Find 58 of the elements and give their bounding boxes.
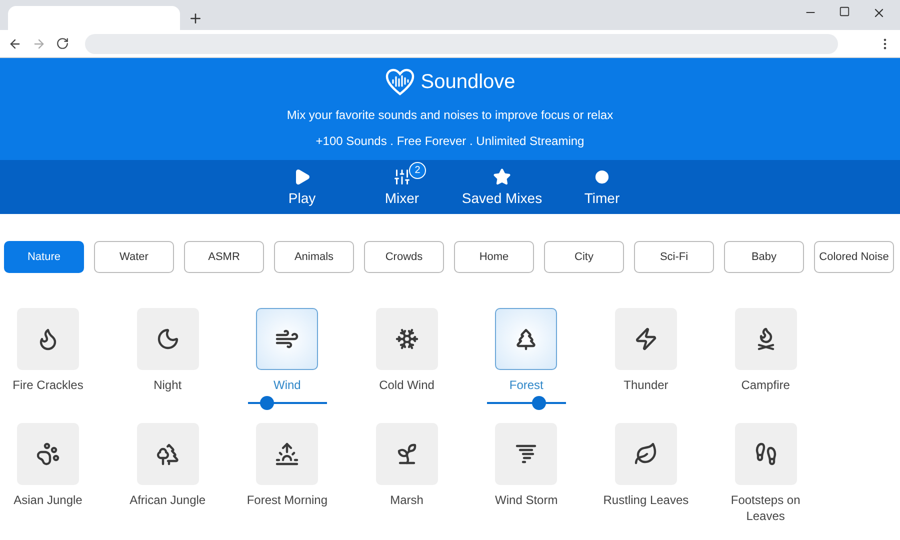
sound-label: Marsh (390, 492, 424, 508)
pine-tree-icon (514, 327, 538, 351)
snowflake-icon (394, 327, 419, 351)
sound-label: Wind (274, 377, 301, 393)
volume-slider[interactable] (248, 396, 327, 410)
sound-label: Fire Crackles (12, 377, 84, 393)
count-badge: 2 (409, 162, 426, 179)
trees-icon (156, 442, 180, 466)
sound-label: Asian Jungle (14, 492, 82, 508)
star-icon (493, 168, 511, 186)
category-tab[interactable]: Animals (274, 241, 354, 273)
paw-icon (36, 442, 60, 466)
category-tab[interactable]: Sci-Fi (634, 241, 714, 273)
sound-label: Campfire (741, 377, 790, 393)
sound-label: Wind Storm (495, 492, 558, 508)
category-tab[interactable]: ASMR (184, 241, 264, 273)
slider-thumb[interactable] (532, 396, 546, 410)
sound-label: Night (154, 377, 182, 393)
category-tab[interactable]: Baby (724, 241, 804, 273)
maximize-icon[interactable] (839, 6, 850, 17)
close-icon[interactable] (872, 6, 886, 20)
footprints-icon (754, 442, 778, 466)
tagline: +100 Sounds . Free Forever . Unlimited Streaming (316, 134, 584, 148)
sunrise-icon (275, 442, 300, 466)
category-tab[interactable]: Nature (4, 241, 84, 273)
nav-item[interactable]: Saved Mixes (457, 160, 547, 214)
category-tab[interactable]: Water (94, 241, 174, 273)
sound-tile[interactable] (495, 308, 558, 370)
nav-item[interactable]: Play (257, 160, 347, 214)
nav-item[interactable]: Timer (557, 160, 647, 214)
leaf-icon (634, 442, 658, 466)
category-tab[interactable]: Colored Noise (814, 241, 894, 273)
new-tab-button[interactable] (188, 11, 203, 26)
subtitle: Mix your favorite sounds and noises to improve focus or relax (286, 108, 614, 122)
sound-tile[interactable] (256, 308, 318, 370)
play-icon (293, 168, 311, 186)
nav-item[interactable]: Mixer 2 (357, 160, 447, 214)
sound-label: Footsteps on Leaves (730, 492, 802, 524)
wind-icon (275, 327, 300, 351)
sound-label: Forest (509, 377, 544, 393)
sound-label: Thunder (624, 377, 668, 393)
reload-button[interactable] (56, 37, 69, 50)
back-button[interactable] (8, 36, 22, 50)
category-tab[interactable]: Crowds (364, 241, 444, 273)
sliders-icon (393, 168, 411, 186)
lightning-icon (634, 327, 658, 351)
sound-label: Rustling Leaves (603, 492, 689, 508)
category-tab[interactable]: City (544, 241, 624, 273)
sound-label: Forest Morning (246, 492, 328, 508)
tornado-icon (514, 442, 538, 466)
moon-icon (156, 327, 180, 351)
category-tab[interactable]: Home (454, 241, 534, 273)
slider-thumb[interactable] (260, 396, 274, 410)
heart-logo-icon (384, 68, 415, 96)
app-title: Soundlove (420, 70, 516, 94)
volume-slider[interactable] (486, 396, 566, 410)
sound-label: African Jungle (130, 492, 206, 508)
sound-label: Cold Wind (379, 377, 434, 393)
